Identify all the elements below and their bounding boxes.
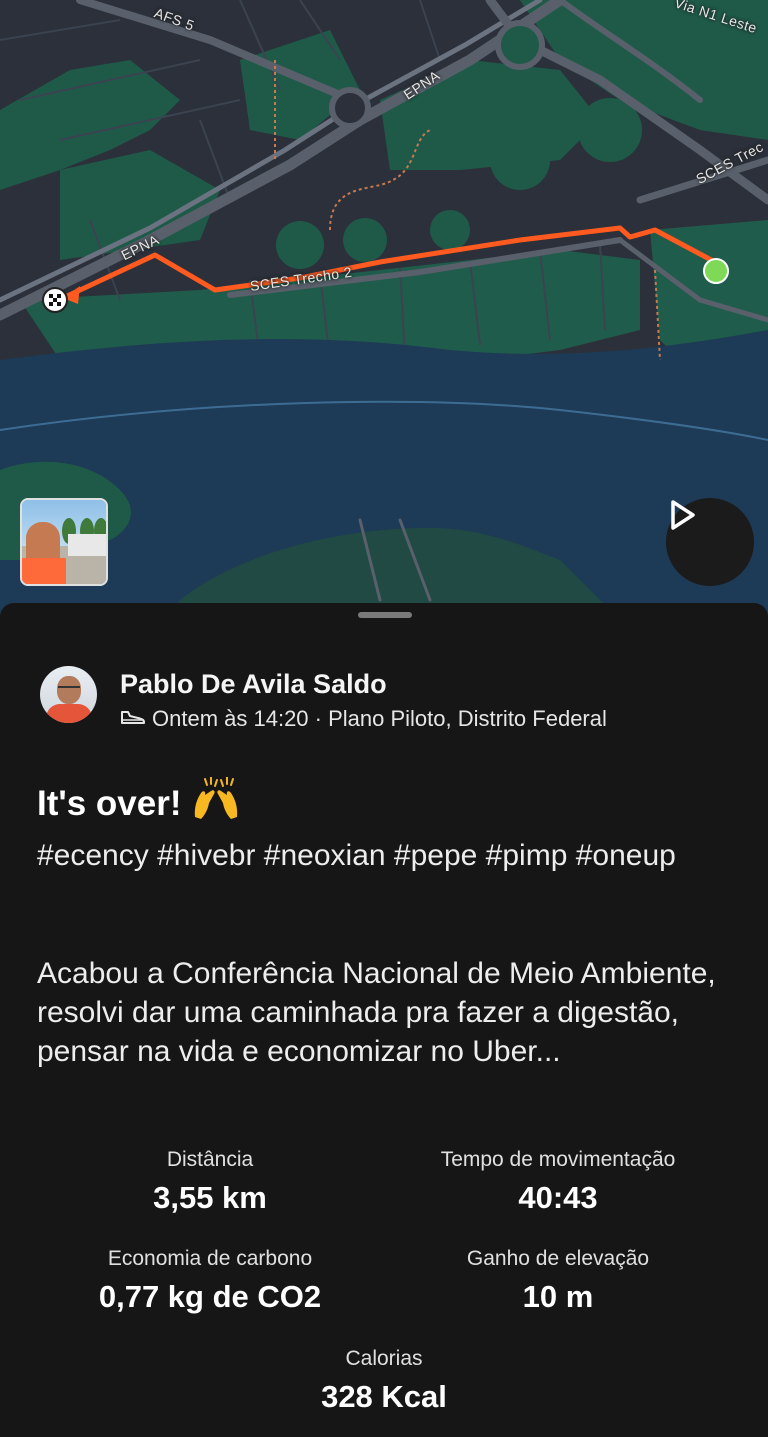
stat-calories: Calorias 328 Kcal bbox=[234, 1347, 534, 1415]
activity-date-location: Ontem às 14:20 · Plano Piloto, Distrito … bbox=[152, 706, 607, 731]
route-map[interactable]: AFS 5 EPNA EPNA SCES Trecho 2 SCES Trec … bbox=[0, 0, 768, 620]
stat-calories-value: 328 Kcal bbox=[321, 1379, 447, 1414]
start-marker-icon bbox=[703, 258, 729, 284]
stat-moving-time: Tempo de movimentação 40:43 bbox=[398, 1148, 718, 1216]
stat-carbon: Economia de carbono 0,77 kg de CO2 bbox=[60, 1247, 360, 1315]
activity-meta: Ontem às 14:20 · Plano Piloto, Distrito … bbox=[120, 706, 607, 732]
play-flyover-button[interactable] bbox=[666, 498, 754, 586]
activity-title-text: It's over! bbox=[37, 783, 182, 823]
avatar[interactable] bbox=[40, 666, 97, 723]
activity-hashtags: #ecency #hivebr #neoxian #pepe #pimp #on… bbox=[37, 839, 676, 872]
activity-photo-thumbnail[interactable] bbox=[20, 498, 108, 586]
stat-moving-time-label: Tempo de movimentação bbox=[440, 1148, 676, 1171]
sheet-drag-handle[interactable] bbox=[358, 612, 412, 618]
map-canvas bbox=[0, 0, 768, 620]
stat-distance: Distância 3,55 km bbox=[60, 1148, 360, 1216]
raising-hands-icon bbox=[191, 776, 241, 830]
stat-carbon-label: Economia de carbono bbox=[107, 1247, 313, 1270]
play-icon bbox=[671, 500, 695, 530]
shoe-icon bbox=[120, 706, 146, 732]
activity-description: Acabou a Conferência Nacional de Meio Am… bbox=[37, 957, 716, 1068]
activity-title: It's over! bbox=[37, 776, 241, 830]
stat-distance-label: Distância bbox=[166, 1148, 254, 1171]
finish-flag-icon bbox=[42, 287, 68, 313]
stat-calories-label: Calorias bbox=[345, 1347, 423, 1370]
stat-distance-value: 3,55 km bbox=[153, 1180, 267, 1215]
stat-elevation-label: Ganho de elevação bbox=[466, 1247, 650, 1270]
stat-carbon-value: 0,77 kg de CO2 bbox=[98, 1279, 322, 1314]
activity-details-sheet: Pablo De Avila Saldo Ontem às 14:20 · Pl… bbox=[0, 603, 768, 1437]
stat-elevation-value: 10 m bbox=[522, 1279, 594, 1314]
stat-moving-time-value: 40:43 bbox=[518, 1180, 598, 1215]
athlete-name[interactable]: Pablo De Avila Saldo bbox=[120, 669, 387, 700]
stat-elevation: Ganho de elevação 10 m bbox=[398, 1247, 718, 1315]
